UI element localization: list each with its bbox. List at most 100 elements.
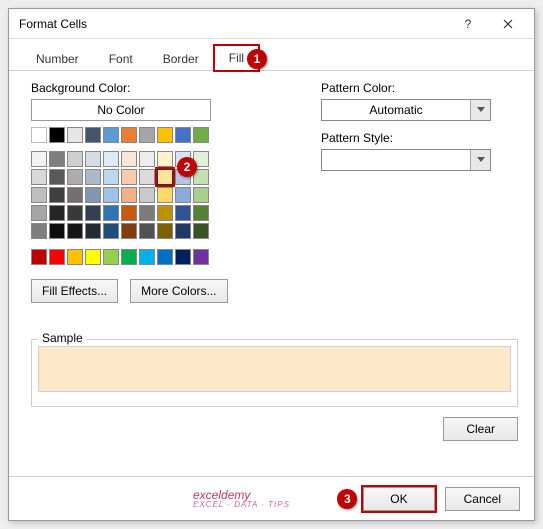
color-swatch[interactable] bbox=[49, 223, 65, 239]
color-swatch[interactable] bbox=[67, 249, 83, 265]
color-swatch[interactable] bbox=[157, 223, 173, 239]
color-swatch[interactable] bbox=[157, 169, 173, 185]
color-swatch[interactable] bbox=[139, 205, 155, 221]
color-swatch[interactable] bbox=[121, 223, 137, 239]
pattern-color-label: Pattern Color: bbox=[321, 81, 518, 95]
color-swatch[interactable] bbox=[67, 127, 83, 143]
watermark-sub: EXCEL · DATA · TIPS bbox=[193, 500, 290, 509]
dialog-body: Background Color: No Color 2 Fill Effect… bbox=[9, 71, 534, 476]
color-swatch[interactable] bbox=[139, 223, 155, 239]
color-swatch[interactable] bbox=[121, 169, 137, 185]
color-swatch[interactable] bbox=[139, 127, 155, 143]
color-swatch[interactable] bbox=[49, 169, 65, 185]
sample-preview bbox=[38, 346, 511, 392]
color-swatch[interactable] bbox=[49, 187, 65, 203]
color-swatch[interactable] bbox=[49, 151, 65, 167]
color-swatch[interactable] bbox=[31, 223, 47, 239]
color-swatch[interactable] bbox=[85, 223, 101, 239]
clear-button[interactable]: Clear bbox=[443, 417, 518, 441]
color-swatch[interactable] bbox=[31, 151, 47, 167]
dialog-footer: exceldemy EXCEL · DATA · TIPS 3 OK Cance… bbox=[9, 476, 534, 520]
color-swatch[interactable] bbox=[103, 187, 119, 203]
color-swatch[interactable] bbox=[85, 249, 101, 265]
color-swatch[interactable] bbox=[139, 169, 155, 185]
color-swatch[interactable] bbox=[157, 249, 173, 265]
color-swatch[interactable] bbox=[193, 187, 209, 203]
color-swatch[interactable] bbox=[31, 249, 47, 265]
color-swatch[interactable] bbox=[121, 249, 137, 265]
theme-colors-row bbox=[31, 127, 291, 143]
callout-3: 3 bbox=[337, 489, 357, 509]
standard-colors-row bbox=[31, 249, 291, 265]
color-swatch[interactable] bbox=[157, 205, 173, 221]
titlebar: Format Cells ? bbox=[9, 9, 534, 39]
color-swatch[interactable] bbox=[121, 151, 137, 167]
color-swatch[interactable] bbox=[103, 223, 119, 239]
color-swatch[interactable] bbox=[175, 187, 191, 203]
cancel-button[interactable]: Cancel bbox=[445, 487, 520, 511]
color-swatch[interactable] bbox=[85, 169, 101, 185]
color-swatch[interactable] bbox=[193, 249, 209, 265]
more-colors-button[interactable]: More Colors... bbox=[130, 279, 227, 303]
tabstrip: Number Font Border Fill bbox=[9, 39, 534, 71]
help-button[interactable]: ? bbox=[448, 11, 488, 37]
color-swatch[interactable] bbox=[85, 205, 101, 221]
color-swatch[interactable] bbox=[103, 205, 119, 221]
color-swatch[interactable] bbox=[85, 187, 101, 203]
color-swatch[interactable] bbox=[139, 151, 155, 167]
color-swatch[interactable] bbox=[31, 205, 47, 221]
color-swatch[interactable] bbox=[175, 205, 191, 221]
color-swatch[interactable] bbox=[49, 127, 65, 143]
color-swatch[interactable] bbox=[49, 205, 65, 221]
color-swatch[interactable] bbox=[121, 205, 137, 221]
background-color-label: Background Color: bbox=[31, 81, 291, 95]
color-swatch[interactable] bbox=[157, 151, 173, 167]
color-swatch[interactable] bbox=[103, 249, 119, 265]
sample-fieldset: Sample bbox=[31, 339, 518, 407]
color-swatch[interactable] bbox=[67, 187, 83, 203]
tab-font[interactable]: Font bbox=[94, 46, 148, 71]
close-icon bbox=[503, 19, 513, 29]
ok-button[interactable]: OK bbox=[363, 487, 434, 511]
tab-border[interactable]: Border bbox=[148, 46, 214, 71]
sample-legend: Sample bbox=[38, 331, 87, 345]
color-swatch[interactable] bbox=[103, 169, 119, 185]
color-swatch[interactable] bbox=[49, 249, 65, 265]
color-swatch[interactable] bbox=[193, 205, 209, 221]
close-button[interactable] bbox=[488, 11, 528, 37]
pattern-style-dropdown[interactable] bbox=[321, 149, 491, 171]
color-swatch[interactable] bbox=[67, 169, 83, 185]
chevron-down-icon bbox=[470, 150, 490, 170]
color-swatch[interactable] bbox=[157, 127, 173, 143]
color-swatch[interactable] bbox=[139, 249, 155, 265]
color-swatch[interactable] bbox=[157, 187, 173, 203]
color-swatch[interactable] bbox=[85, 127, 101, 143]
color-swatch[interactable] bbox=[121, 187, 137, 203]
callout-1: 1 bbox=[247, 49, 267, 69]
pattern-color-value: Automatic bbox=[322, 103, 470, 117]
color-swatch-auto[interactable] bbox=[31, 127, 47, 143]
theme-shades-grid bbox=[31, 151, 291, 239]
fill-effects-button[interactable]: Fill Effects... bbox=[31, 279, 118, 303]
color-swatch[interactable] bbox=[67, 223, 83, 239]
pattern-color-dropdown[interactable]: Automatic bbox=[321, 99, 491, 121]
color-swatch[interactable] bbox=[67, 205, 83, 221]
color-swatch[interactable] bbox=[175, 249, 191, 265]
no-color-button[interactable]: No Color bbox=[31, 99, 211, 121]
color-swatch[interactable] bbox=[193, 127, 209, 143]
color-swatch[interactable] bbox=[103, 151, 119, 167]
color-swatch[interactable] bbox=[121, 127, 137, 143]
pattern-style-label: Pattern Style: bbox=[321, 131, 518, 145]
color-swatch[interactable] bbox=[193, 223, 209, 239]
color-swatch[interactable] bbox=[85, 151, 101, 167]
dialog-title: Format Cells bbox=[19, 17, 448, 31]
color-swatch[interactable] bbox=[31, 187, 47, 203]
tab-number[interactable]: Number bbox=[21, 46, 94, 71]
color-swatch[interactable] bbox=[139, 187, 155, 203]
color-swatch[interactable] bbox=[67, 151, 83, 167]
callout-2: 2 bbox=[177, 157, 197, 177]
color-swatch[interactable] bbox=[175, 223, 191, 239]
color-swatch[interactable] bbox=[103, 127, 119, 143]
color-swatch[interactable] bbox=[31, 169, 47, 185]
color-swatch[interactable] bbox=[175, 127, 191, 143]
